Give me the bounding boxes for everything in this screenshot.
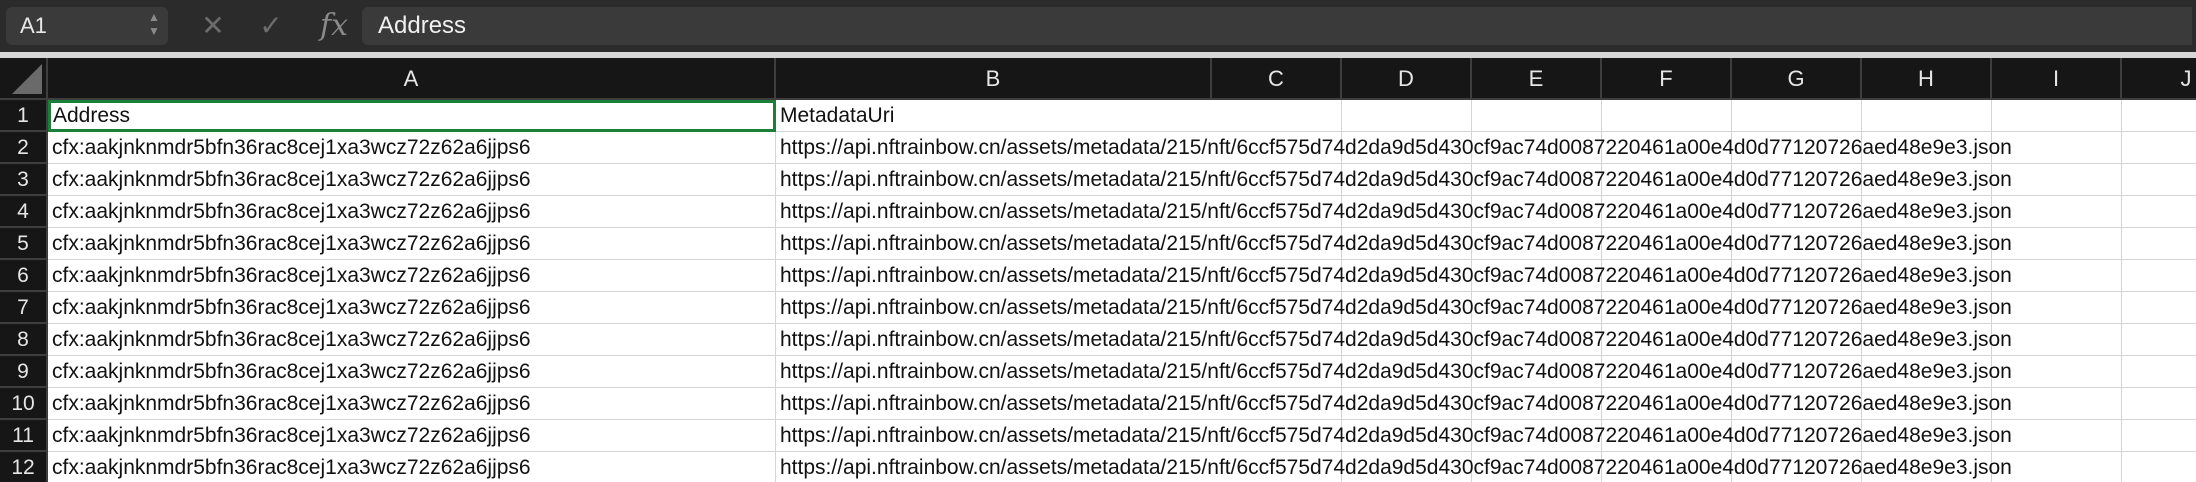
cell-b10[interactable]: https://api.nftrainbow.cn/assets/metadat… — [776, 388, 2012, 420]
stepper-up-icon[interactable]: ▲ — [146, 10, 162, 24]
cell-a7[interactable]: cfx:aakjnknmdr5bfn36rac8cej1xa3wcz72z62a… — [48, 292, 776, 324]
cell-j6[interactable] — [2122, 260, 2196, 292]
row-header-1[interactable]: 1 — [0, 100, 48, 132]
cell-e1[interactable] — [1472, 100, 1602, 132]
cell-b8[interactable]: https://api.nftrainbow.cn/assets/metadat… — [776, 324, 2012, 356]
cell-b5[interactable]: https://api.nftrainbow.cn/assets/metadat… — [776, 228, 2012, 260]
cell-a9[interactable]: cfx:aakjnknmdr5bfn36rac8cej1xa3wcz72z62a… — [48, 356, 776, 388]
row-header-10[interactable]: 10 — [0, 388, 48, 420]
cell-g1[interactable] — [1732, 100, 1862, 132]
column-header-d[interactable]: D — [1342, 58, 1472, 100]
cell-b1[interactable]: MetadataUri — [776, 100, 1212, 132]
column-header-e[interactable]: E — [1472, 58, 1602, 100]
cell-a12[interactable]: cfx:aakjnknmdr5bfn36rac8cej1xa3wcz72z62a… — [48, 452, 776, 482]
column-header-c[interactable]: C — [1212, 58, 1342, 100]
column-header-f[interactable]: F — [1602, 58, 1732, 100]
cell-f1[interactable] — [1602, 100, 1732, 132]
cell-b6[interactable]: https://api.nftrainbow.cn/assets/metadat… — [776, 260, 2012, 292]
formula-input[interactable]: Address — [362, 7, 2192, 45]
cell-j3[interactable] — [2122, 164, 2196, 196]
name-box[interactable]: A1 ▲ ▼ — [6, 7, 168, 45]
cell-a5[interactable]: cfx:aakjnknmdr5bfn36rac8cej1xa3wcz72z62a… — [48, 228, 776, 260]
column-header-j[interactable]: J — [2122, 58, 2196, 100]
cell-j7[interactable] — [2122, 292, 2196, 324]
cell-a2[interactable]: cfx:aakjnknmdr5bfn36rac8cej1xa3wcz72z62a… — [48, 132, 776, 164]
cell-a4[interactable]: cfx:aakjnknmdr5bfn36rac8cej1xa3wcz72z62a… — [48, 196, 776, 228]
cell-c1[interactable] — [1212, 100, 1342, 132]
cell-j2[interactable] — [2122, 132, 2196, 164]
row-header-11[interactable]: 11 — [0, 420, 48, 452]
row-header-9[interactable]: 9 — [0, 356, 48, 388]
cell-b12[interactable]: https://api.nftrainbow.cn/assets/metadat… — [776, 452, 2012, 482]
column-header-g[interactable]: G — [1732, 58, 1862, 100]
row-header-12[interactable]: 12 — [0, 452, 48, 482]
stepper-down-icon[interactable]: ▼ — [146, 24, 162, 38]
row-header-2[interactable]: 2 — [0, 132, 48, 164]
row-header-4[interactable]: 4 — [0, 196, 48, 228]
cancel-icon[interactable]: ✕ — [198, 8, 228, 44]
column-header-i[interactable]: I — [1992, 58, 2122, 100]
cell-b9[interactable]: https://api.nftrainbow.cn/assets/metadat… — [776, 356, 2012, 388]
column-header-a[interactable]: A — [48, 58, 776, 100]
cell-b4[interactable]: https://api.nftrainbow.cn/assets/metadat… — [776, 196, 2012, 228]
cell-i1[interactable] — [1992, 100, 2122, 132]
row-header-5[interactable]: 5 — [0, 228, 48, 260]
cell-a6[interactable]: cfx:aakjnknmdr5bfn36rac8cej1xa3wcz72z62a… — [48, 260, 776, 292]
spreadsheet-grid[interactable]: A B C D E F G H I J 1 MetadataUri Address 2 https://ap… — [0, 58, 2196, 482]
cell-a3[interactable]: cfx:aakjnknmdr5bfn36rac8cej1xa3wcz72z62a… — [48, 164, 776, 196]
row-header-7[interactable]: 7 — [0, 292, 48, 324]
cell-j5[interactable] — [2122, 228, 2196, 260]
confirm-icon[interactable]: ✓ — [256, 8, 286, 44]
row-header-8[interactable]: 8 — [0, 324, 48, 356]
cell-j1[interactable] — [2122, 100, 2196, 132]
column-header-h[interactable]: H — [1862, 58, 1992, 100]
cell-b3[interactable]: https://api.nftrainbow.cn/assets/metadat… — [776, 164, 2012, 196]
cell-b7[interactable]: https://api.nftrainbow.cn/assets/metadat… — [776, 292, 2012, 324]
cell-a8[interactable]: cfx:aakjnknmdr5bfn36rac8cej1xa3wcz72z62a… — [48, 324, 776, 356]
cell-a10[interactable]: cfx:aakjnknmdr5bfn36rac8cej1xa3wcz72z62a… — [48, 388, 776, 420]
column-header-b[interactable]: B — [776, 58, 1212, 100]
cell-b2[interactable]: https://api.nftrainbow.cn/assets/metadat… — [776, 132, 2012, 164]
cell-h1[interactable] — [1862, 100, 1992, 132]
cell-j12[interactable] — [2122, 452, 2196, 482]
cell-j10[interactable] — [2122, 388, 2196, 420]
select-all-triangle-icon — [12, 64, 42, 94]
cell-a1[interactable]: Address — [48, 100, 776, 132]
cell-j9[interactable] — [2122, 356, 2196, 388]
formula-bar: A1 ▲ ▼ ✕ ✓ fx Address — [0, 0, 2196, 52]
select-all-corner[interactable] — [0, 58, 48, 100]
cell-b11[interactable]: https://api.nftrainbow.cn/assets/metadat… — [776, 420, 2012, 452]
cell-a11[interactable]: cfx:aakjnknmdr5bfn36rac8cej1xa3wcz72z62a… — [48, 420, 776, 452]
cell-j4[interactable] — [2122, 196, 2196, 228]
name-box-value: A1 — [20, 13, 47, 38]
row-header-3[interactable]: 3 — [0, 164, 48, 196]
cell-j11[interactable] — [2122, 420, 2196, 452]
cell-d1[interactable] — [1342, 100, 1472, 132]
name-box-stepper[interactable]: ▲ ▼ — [146, 10, 162, 42]
insert-function-icon[interactable]: fx — [316, 8, 352, 44]
cell-j8[interactable] — [2122, 324, 2196, 356]
row-header-6[interactable]: 6 — [0, 260, 48, 292]
